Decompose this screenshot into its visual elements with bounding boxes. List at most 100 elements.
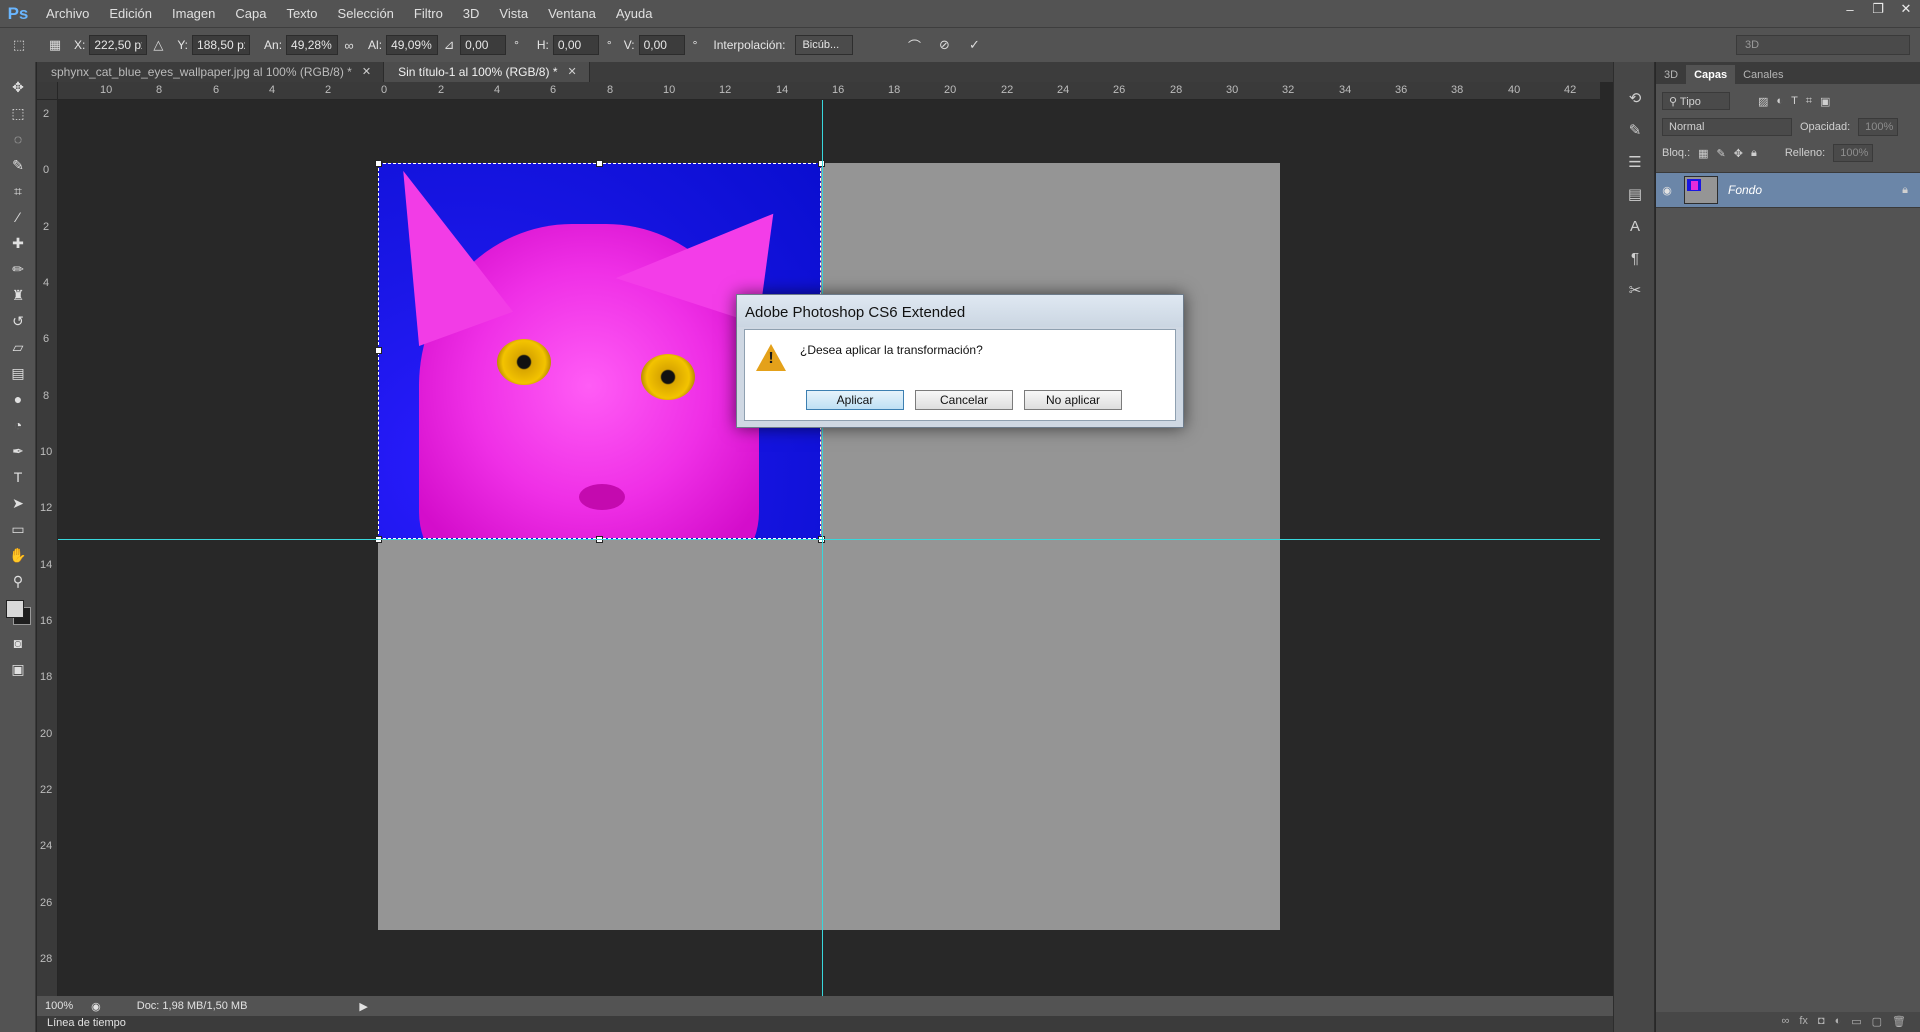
menu-seleccion[interactable]: Selección <box>328 0 404 27</box>
lock-pixels-icon[interactable]: ✎ <box>1717 147 1726 160</box>
y-field[interactable] <box>192 35 251 55</box>
menu-imagen[interactable]: Imagen <box>162 0 225 27</box>
warp-icon[interactable]: ⌒ <box>903 34 925 56</box>
layer-row-fondo[interactable]: ◉ Fondo 🔒︎ <box>1656 172 1920 208</box>
zoom-tool-icon[interactable]: ⚲ <box>0 568 36 594</box>
stamp-tool-icon[interactable]: ♜ <box>0 282 36 308</box>
filter-adjust-icon[interactable]: ◐ <box>1776 95 1783 107</box>
menu-ventana[interactable]: Ventana <box>538 0 606 27</box>
visibility-eye-icon[interactable]: ◉ <box>1656 184 1678 197</box>
add-mask-icon[interactable]: ◘ <box>1818 1015 1825 1029</box>
character-panel-icon[interactable]: A <box>1614 210 1656 242</box>
transform-handle[interactable] <box>375 347 382 354</box>
tool-presets-icon[interactable]: ✂ <box>1614 274 1656 306</box>
menu-filtro[interactable]: Filtro <box>404 0 453 27</box>
foreground-color-swatch[interactable] <box>6 600 24 618</box>
history-panel-icon[interactable]: ⟲ <box>1614 82 1656 114</box>
menu-capa[interactable]: Capa <box>225 0 276 27</box>
guide-horizontal[interactable] <box>58 539 1600 540</box>
paragraph-panel-icon[interactable]: ¶ <box>1614 242 1656 274</box>
filter-type-icon[interactable]: T <box>1791 95 1798 107</box>
menu-vista[interactable]: Vista <box>489 0 538 27</box>
hskew-field[interactable] <box>552 35 599 55</box>
rotation-field[interactable] <box>460 35 507 55</box>
delete-layer-icon[interactable]: 🗑︎ <box>1892 1015 1906 1029</box>
interpolation-select[interactable]: Bicúb... <box>795 35 854 55</box>
x-field[interactable] <box>89 35 148 55</box>
filter-shape-icon[interactable]: ⌗ <box>1806 95 1812 108</box>
delta-icon[interactable]: △ <box>147 34 169 56</box>
status-icon[interactable]: ◉ <box>91 1000 101 1013</box>
menu-ayuda[interactable]: Ayuda <box>606 0 663 27</box>
shape-tool-icon[interactable]: ▭ <box>0 516 36 542</box>
blur-tool-icon[interactable]: ● <box>0 386 36 412</box>
width-field[interactable] <box>286 35 339 55</box>
guide-vertical[interactable] <box>822 100 823 996</box>
cancel-button[interactable]: Cancelar <box>915 390 1013 410</box>
minimize-button[interactable]: – <box>1836 0 1864 18</box>
pen-tool-icon[interactable]: ✒ <box>0 438 36 464</box>
quick-select-tool-icon[interactable]: ✎ <box>0 152 36 178</box>
lock-position-icon[interactable]: ✥ <box>1734 147 1743 160</box>
move-tool-icon[interactable]: ✥ <box>0 74 36 100</box>
tab-sphynx-cat[interactable]: sphynx_cat_blue_eyes_wallpaper.jpg al 10… <box>37 62 385 82</box>
quick-mask-icon[interactable]: ◙ <box>0 630 36 656</box>
ruler-horizontal[interactable]: 10 8 6 4 2 0 2 4 6 8 10 12 14 16 18 20 2… <box>58 82 1600 100</box>
new-layer-icon[interactable]: ▢ <box>1872 1015 1882 1029</box>
zoom-level[interactable]: 100% <box>45 1000 73 1012</box>
link-icon[interactable]: ∞ <box>338 34 360 56</box>
tab-sin-titulo[interactable]: Sin título-1 al 100% (RGB/8) * ✕ <box>384 62 590 82</box>
menu-edicion[interactable]: Edición <box>99 0 162 27</box>
reference-point-icon[interactable]: ▦ <box>44 34 66 56</box>
close-tab-icon[interactable]: ✕ <box>362 65 371 82</box>
lock-transparency-icon[interactable]: ▦ <box>1698 147 1708 160</box>
close-tab-icon[interactable]: ✕ <box>567 65 576 82</box>
tab-canales[interactable]: Canales <box>1735 65 1791 84</box>
filter-pixel-icon[interactable]: ▨ <box>1758 95 1768 108</box>
layer-comps-icon[interactable]: ▤ <box>1614 178 1656 210</box>
status-menu-arrow-icon[interactable]: ▶ <box>359 1000 367 1013</box>
brush-panel-icon[interactable]: ✎ <box>1614 114 1656 146</box>
gradient-tool-icon[interactable]: ▤ <box>0 360 36 386</box>
close-button[interactable]: ✕ <box>1892 0 1920 18</box>
new-adjustment-icon[interactable]: ◐ <box>1835 1015 1842 1029</box>
cancel-transform-icon[interactable]: ⊘ <box>933 34 955 56</box>
screen-mode-icon[interactable]: ▣ <box>0 656 36 682</box>
transform-handle[interactable] <box>375 160 382 167</box>
hand-tool-icon[interactable]: ✋ <box>0 542 36 568</box>
tab-3d[interactable]: 3D <box>1656 65 1686 84</box>
menu-archivo[interactable]: Archivo <box>36 0 99 27</box>
blend-mode-select[interactable]: Normal <box>1662 118 1792 136</box>
brush-tool-icon[interactable]: ✏ <box>0 256 36 282</box>
height-field[interactable] <box>386 35 439 55</box>
marquee-tool-icon[interactable]: ⬚ <box>0 100 36 126</box>
lasso-tool-icon[interactable]: ◌ <box>0 126 36 152</box>
timeline-bar[interactable]: Línea de tiempo <box>37 1016 1613 1032</box>
ruler-vertical[interactable]: 2 0 2 4 6 8 10 12 14 16 18 20 22 24 26 2… <box>37 100 58 1000</box>
link-layers-icon[interactable]: ∞ <box>1782 1015 1790 1029</box>
path-select-tool-icon[interactable]: ➤ <box>0 490 36 516</box>
commit-transform-icon[interactable]: ✓ <box>963 34 985 56</box>
transform-handle[interactable] <box>596 160 603 167</box>
eyedropper-tool-icon[interactable]: ⁄ <box>0 204 36 230</box>
canvas-area[interactable] <box>58 100 1600 996</box>
layer-style-icon[interactable]: fx <box>1799 1015 1808 1029</box>
new-group-icon[interactable]: ▭ <box>1851 1015 1861 1029</box>
menu-texto[interactable]: Texto <box>276 0 327 27</box>
apply-button[interactable]: Aplicar <box>806 390 904 410</box>
transform-tool-preset-icon[interactable]: ⬚ <box>8 34 30 56</box>
filter-smart-icon[interactable]: ▣ <box>1820 95 1830 108</box>
color-swatches[interactable] <box>0 594 35 630</box>
menu-3d[interactable]: 3D <box>453 0 490 27</box>
layer-filter-select[interactable]: ⚲ Tipo <box>1662 92 1730 110</box>
history-brush-icon[interactable]: ↺ <box>0 308 36 334</box>
ruler-corner[interactable] <box>37 82 58 100</box>
vskew-field[interactable] <box>638 35 685 55</box>
fill-field[interactable]: 100% <box>1833 144 1874 162</box>
lock-all-icon[interactable]: 🔒︎ <box>1751 147 1757 160</box>
dodge-tool-icon[interactable]: ◔ <box>0 412 36 438</box>
type-tool-icon[interactable]: T <box>0 464 36 490</box>
tab-capas[interactable]: Capas <box>1686 65 1736 84</box>
dont-apply-button[interactable]: No aplicar <box>1024 390 1122 410</box>
eraser-tool-icon[interactable]: ▱ <box>0 334 36 360</box>
